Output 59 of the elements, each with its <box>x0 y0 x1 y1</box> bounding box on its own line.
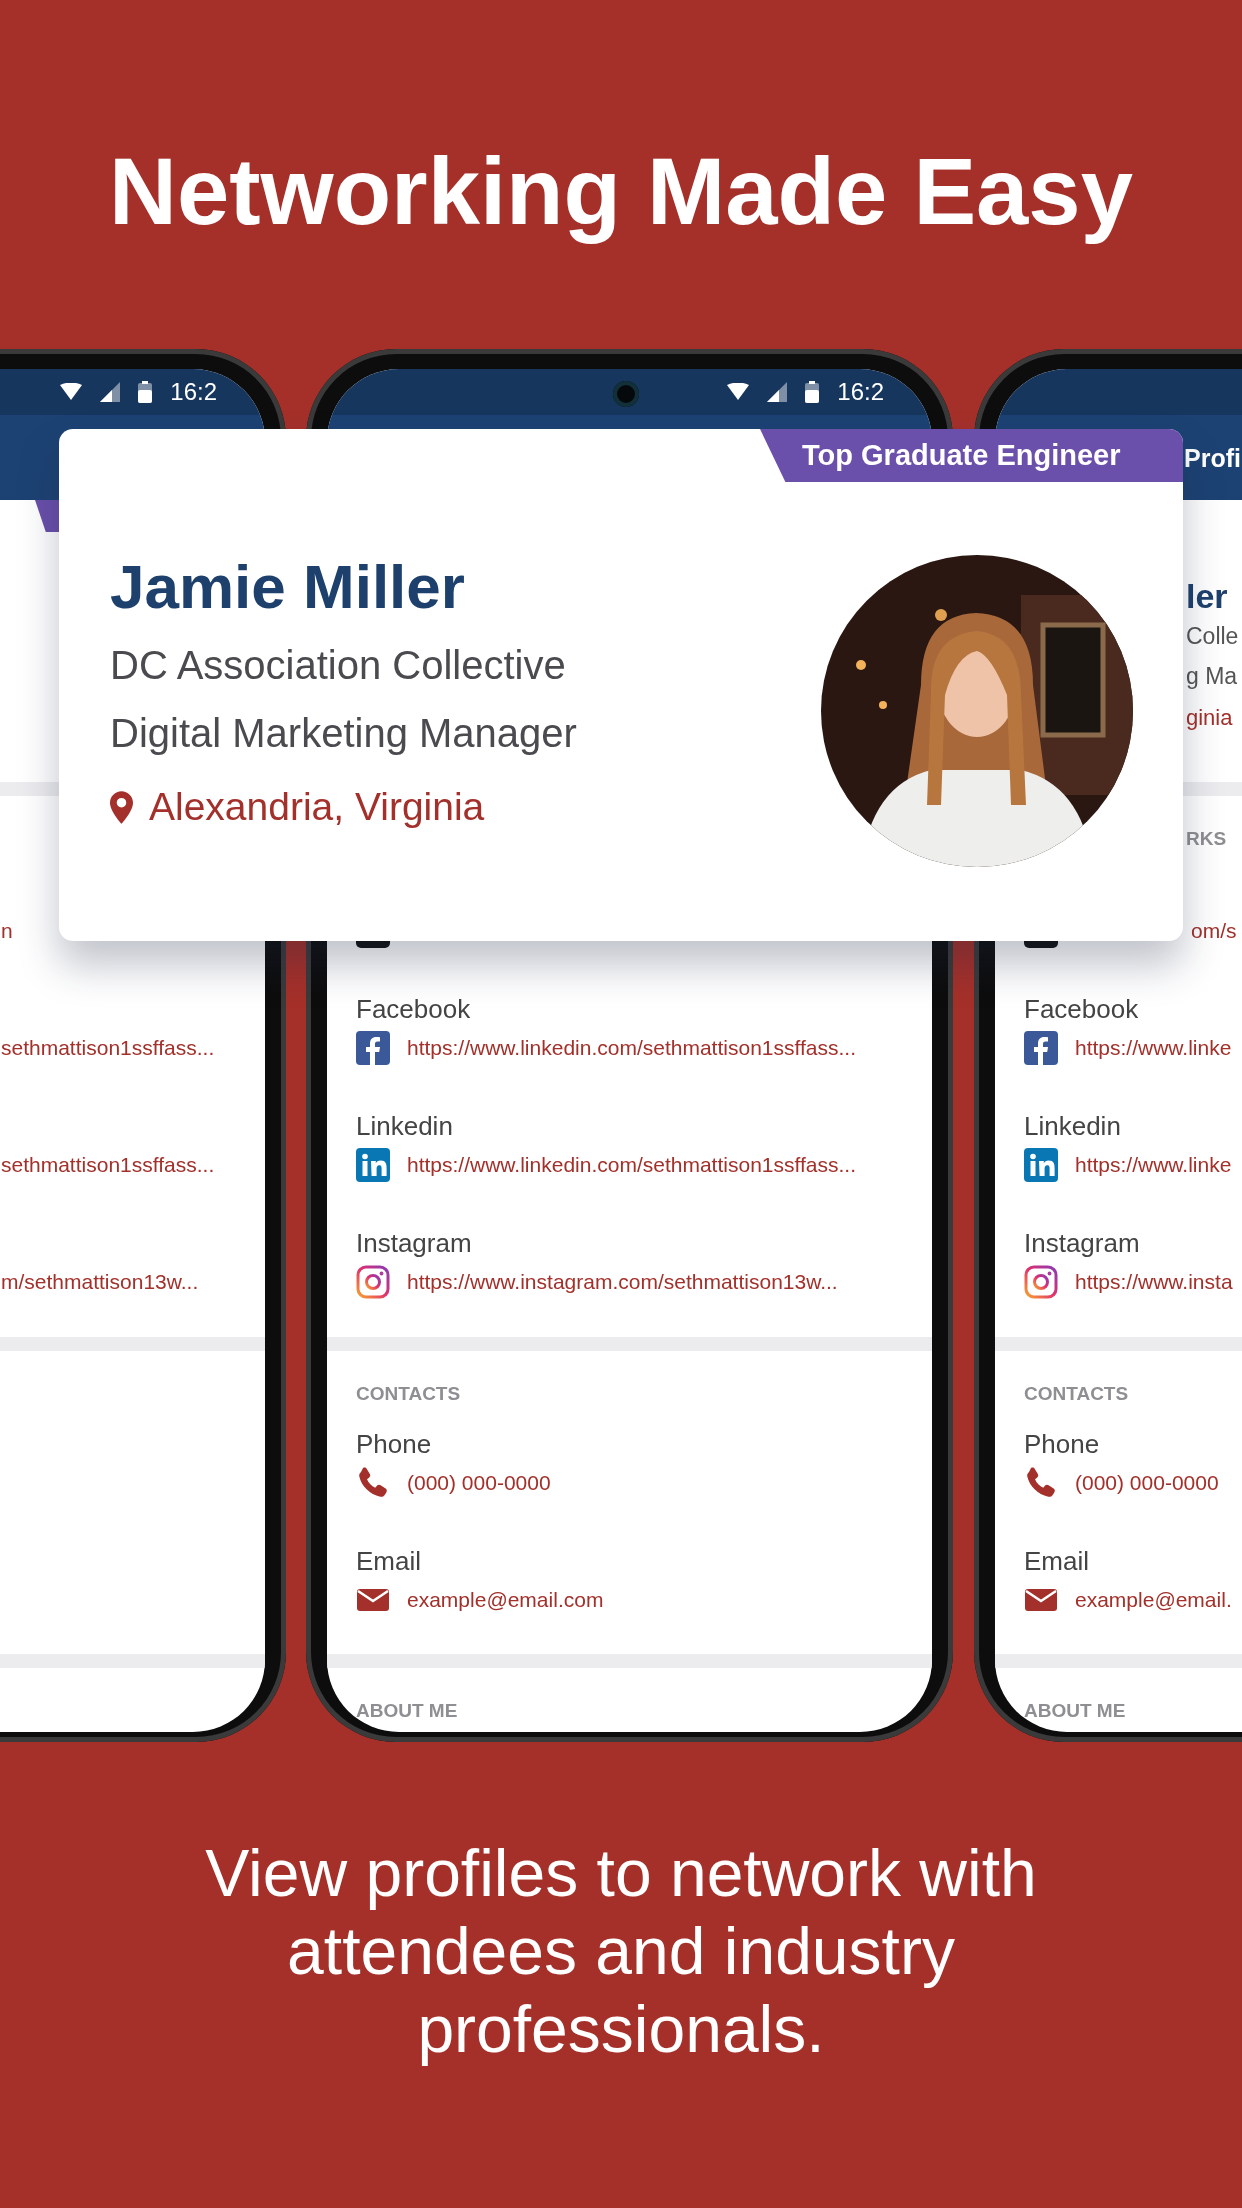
link-text[interactable]: m/sethmattison13w... <box>1 1269 199 1295</box>
company-text: Colle <box>1186 622 1240 651</box>
caption-text: View profiles to network with attendees and industry professionals. <box>204 1835 1038 2068</box>
battery-icon <box>138 381 153 403</box>
linkedin-icon <box>1024 1148 1058 1182</box>
field-label: Facebook <box>356 994 471 1024</box>
link-text[interactable]: example@email. <box>1075 1587 1232 1613</box>
field-label: Instagram <box>1024 1228 1140 1258</box>
phone-icon <box>356 1466 390 1500</box>
link-text[interactable]: sethmattison1ssffass... <box>1 1035 215 1061</box>
status-time: 16:2 <box>837 378 884 406</box>
link-text[interactable]: https://www.linkedin.com/sethmattison1ssffass... <box>407 1035 856 1061</box>
location-text: Alexandria, Virginia <box>149 784 485 830</box>
status-time: 16:2 <box>170 378 217 406</box>
field-label: Email <box>356 1546 421 1576</box>
company-text: DC Association Collective <box>110 642 567 689</box>
field-label: Phone <box>356 1429 432 1459</box>
location-pin-icon <box>110 790 133 824</box>
location-text: ginia <box>1186 704 1234 732</box>
link-text[interactable]: https://www.linkedin.com/sethmattison1ssffass... <box>407 1152 856 1178</box>
field-label: Linkedin <box>356 1111 453 1141</box>
role-text: Digital Marketing Manager <box>110 710 577 757</box>
linkedin-icon <box>356 1148 390 1182</box>
section-heading: ABOUT ME <box>1024 1700 1126 1721</box>
field-label: Phone <box>1024 1429 1100 1459</box>
wifi-icon <box>727 383 750 401</box>
instagram-icon <box>1024 1265 1058 1299</box>
profile-name: Jamie Miller <box>110 551 466 623</box>
link-text[interactable]: https://www.linke <box>1075 1035 1232 1061</box>
link-text[interactable]: https://www.instagram.com/sethmattison13w... <box>407 1269 838 1295</box>
facebook-icon <box>1024 1031 1058 1065</box>
phone-icon <box>1024 1466 1058 1500</box>
facebook-icon <box>356 1031 390 1065</box>
field-label: Facebook <box>1024 994 1139 1024</box>
link-text[interactable]: (000) 000-0000 <box>1075 1470 1219 1496</box>
link-text[interactable]: sethmattison1ssffass... <box>1 1152 215 1178</box>
headline: Networking Made Easy <box>109 138 1133 246</box>
section-heading: ABOUT ME <box>356 1700 458 1721</box>
section-heading: CONTACTS <box>1024 1383 1129 1404</box>
link-text[interactable]: (000) 000-0000 <box>407 1470 551 1496</box>
field-label: Instagram <box>356 1228 472 1258</box>
title-badge: Top Graduate Engineer <box>760 429 1183 482</box>
instagram-icon <box>356 1265 390 1299</box>
field-label: Linkedin <box>1024 1111 1121 1141</box>
section-heading: RKS <box>1186 828 1227 849</box>
field-label: Email <box>1024 1546 1089 1576</box>
link-text[interactable]: https://www.insta <box>1075 1269 1233 1295</box>
link-text[interactable]: om/s <box>1191 918 1237 944</box>
signal-icon <box>100 382 121 402</box>
link-text[interactable]: example@email.com <box>407 1587 604 1613</box>
battery-icon <box>805 381 820 403</box>
section-heading: CONTACTS <box>356 1383 461 1404</box>
profile-name: ler <box>1186 576 1229 616</box>
role-text: g Ma <box>1186 662 1239 691</box>
signal-icon <box>767 382 788 402</box>
link-text[interactable]: n <box>1 918 13 944</box>
link-text[interactable]: https://www.linke <box>1075 1152 1232 1178</box>
header-title: Profi <box>1184 442 1241 474</box>
wifi-icon <box>60 383 83 401</box>
